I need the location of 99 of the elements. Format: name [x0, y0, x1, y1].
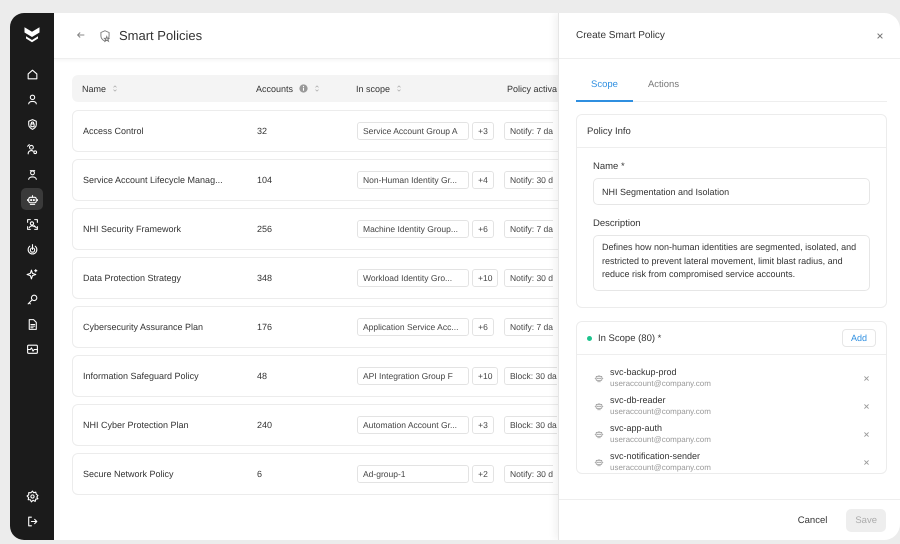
scope-tag: Automation Account Gr...	[357, 416, 469, 434]
remove-button[interactable]	[863, 374, 870, 382]
user-icon	[26, 92, 38, 106]
user-badge-icon	[26, 168, 38, 180]
shield-star-icon	[98, 28, 112, 42]
activation-tag: Notify: 30 d	[504, 465, 553, 483]
info-icon[interactable]	[299, 84, 308, 93]
table-row[interactable]: Access Control 32 Service Account Group A +3 Notify: 7 da	[72, 110, 558, 152]
account-email: useraccount@company.com	[610, 462, 712, 473]
table-row[interactable]: Secure Network Policy 6 Ad-group-1 +2 Notify: 30 d	[72, 453, 558, 495]
robot-icon	[594, 429, 604, 439]
sparkles-icon	[26, 268, 38, 280]
scope-tag: Workload Identity Gro...	[357, 269, 469, 287]
policy-name: Information Safeguard Policy	[83, 371, 200, 381]
scope-tag: Application Service Acc...	[357, 318, 469, 336]
activation-tag: Notify: 7 da	[504, 122, 553, 140]
document-icon	[26, 318, 38, 330]
scope-tag: Ad-group-1	[357, 465, 469, 483]
policy-name: Service Account Lifecycle Manag...	[83, 175, 224, 185]
policy-name: NHI Cyber Protection Plan	[83, 420, 190, 430]
table-row[interactable]: Service Account Lifecycle Manag... 104 Non-Human Identity Gr... +4 Notify: 30 d	[72, 159, 558, 201]
account-count: 256	[257, 224, 274, 234]
table-row[interactable]: Data Protection Strategy 348 Workload Identity Gro... +10 Notify: 30 d	[72, 257, 558, 299]
scope-tag: Service Account Group A	[357, 122, 469, 140]
account-count: 176	[257, 322, 274, 332]
scope-tag: Machine Identity Group...	[357, 220, 469, 238]
account-count: 48	[257, 371, 268, 381]
more-count-tag: +6	[472, 318, 494, 336]
remove-button[interactable]	[863, 402, 870, 410]
home-icon	[26, 68, 38, 80]
close-button[interactable]	[876, 32, 884, 40]
activation-tag: Notify: 30 d	[504, 171, 553, 189]
account-count: 348	[257, 273, 274, 283]
account-count: 240	[257, 420, 274, 430]
account-count: 32	[257, 126, 268, 136]
more-count-tag: +4	[472, 171, 494, 189]
account-name: svc-notification-sender	[610, 451, 702, 462]
scan-user-icon	[26, 218, 38, 230]
more-count-tag: +10	[472, 367, 498, 385]
shield-lock-icon	[26, 118, 38, 130]
activation-tag: Notify: 30 d	[504, 269, 553, 287]
column-header[interactable]: In scope	[356, 84, 402, 94]
account-name: svc-app-auth	[610, 423, 664, 434]
table-row[interactable]: Information Safeguard Policy 48 API Integration Group F +10 Block: 30 da	[72, 355, 558, 397]
remove-button[interactable]	[863, 430, 870, 438]
tab[interactable]: Scope	[576, 79, 633, 102]
key-icon	[26, 292, 38, 306]
name-field[interactable]: NHI Segmentation and Isolation	[593, 178, 870, 205]
account-name: svc-backup-prod	[610, 367, 678, 378]
table-row[interactable]: NHI Cyber Protection Plan 240 Automation Account Gr... +3 Block: 30 da	[72, 404, 558, 446]
monitor-pulse-icon	[26, 342, 38, 356]
account-count: 6	[257, 469, 264, 479]
status-dot	[587, 336, 592, 340]
robot-icon	[594, 401, 604, 411]
power-icon	[26, 242, 38, 256]
remove-button[interactable]	[863, 458, 870, 466]
table-row[interactable]: NHI Security Framework 256 Machine Identity Group... +6 Notify: 7 da	[72, 208, 558, 250]
column-header[interactable]: Name	[82, 84, 118, 94]
more-count-tag: +10	[472, 269, 498, 287]
scope-tag: API Integration Group F	[357, 367, 469, 385]
scope-tag: Non-Human Identity Gr...	[357, 171, 469, 189]
logo-icon[interactable]	[23, 25, 41, 43]
column-header[interactable]: Accounts	[256, 84, 320, 94]
activation-tag: Block: 30 da	[504, 367, 557, 385]
drawer-title: Create Smart Policy	[576, 30, 665, 41]
settings-icon	[26, 490, 38, 502]
policy-name: Secure Network Policy	[83, 469, 175, 479]
column-header[interactable]: Policy activa	[507, 84, 558, 94]
page-title: Smart Policies	[119, 28, 202, 43]
activation-tag: Notify: 7 da	[504, 318, 553, 336]
account-name: svc-db-reader	[610, 395, 667, 406]
more-count-tag: +6	[472, 220, 494, 238]
tab[interactable]: Actions	[632, 79, 694, 102]
robot-icon	[594, 373, 604, 383]
user-key-icon	[26, 142, 38, 156]
card-title: In Scope (80) *	[598, 332, 662, 344]
card-title: Policy Info	[587, 126, 631, 136]
field-label: Description	[593, 218, 642, 229]
more-count-tag: +3	[472, 122, 494, 140]
activation-tag: Notify: 7 da	[504, 220, 553, 238]
activation-tag: Block: 30 da	[504, 416, 557, 434]
field-label: Name *	[593, 161, 626, 172]
robot-icon	[26, 192, 38, 206]
logout-icon	[26, 514, 38, 528]
robot-icon	[594, 457, 604, 467]
policy-name: NHI Security Framework	[83, 224, 182, 234]
table-row[interactable]: Cybersecurity Assurance Plan 176 Application Service Acc... +6 Notify: 7 da	[72, 306, 558, 348]
policy-name: Data Protection Strategy	[83, 273, 182, 283]
more-count-tag: +2	[472, 465, 494, 483]
policy-name: Access Control	[83, 126, 145, 136]
account-email: useraccount@company.com	[610, 378, 712, 389]
cancel-button[interactable]: Cancel	[788, 508, 836, 532]
account-email: useraccount@company.com	[610, 434, 712, 445]
account-email: useraccount@company.com	[610, 406, 712, 417]
more-count-tag: +3	[472, 416, 494, 434]
account-count: 104	[257, 175, 274, 185]
policy-name: Cybersecurity Assurance Plan	[83, 322, 204, 332]
description-field[interactable]: Defines how non-human identities are segmented, isolated, and restricted to prevent lateral movement, limit blast radius, and reduce risk from compromised service accounts.	[593, 235, 870, 291]
nav-item[interactable]	[21, 188, 43, 210]
